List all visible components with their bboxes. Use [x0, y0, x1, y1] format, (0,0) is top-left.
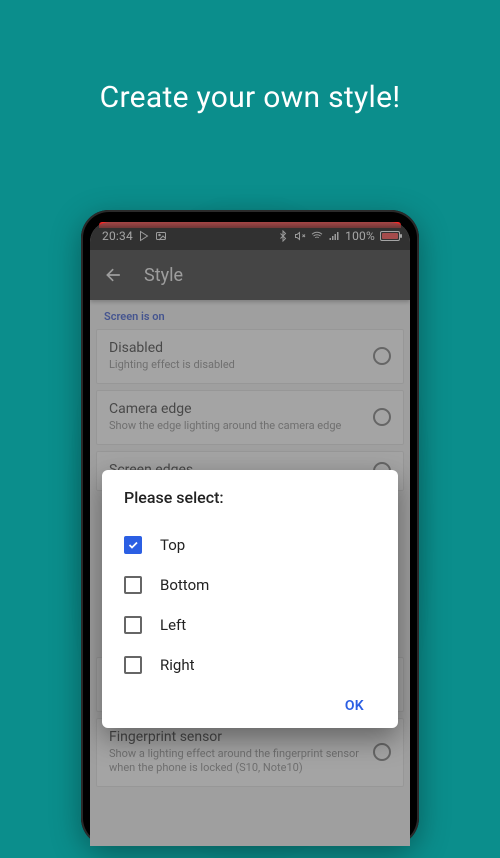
dialog-option-top[interactable]: Top — [124, 525, 380, 565]
dialog-option-label: Bottom — [160, 576, 209, 594]
checkbox-icon[interactable] — [124, 616, 142, 634]
dialog-option-label: Left — [160, 616, 186, 634]
screen: 20:34 100% Style Screen is on Disabled L — [90, 222, 410, 846]
phone-frame: 20:34 100% Style Screen is on Disabled L — [81, 210, 419, 846]
dialog-option-left[interactable]: Left — [124, 605, 380, 645]
dialog-option-bottom[interactable]: Bottom — [124, 565, 380, 605]
hero-title: Create your own style! — [0, 0, 500, 115]
select-dialog: Please select: Top Bottom Left Right OK — [102, 470, 398, 728]
checkbox-icon[interactable] — [124, 576, 142, 594]
checkbox-icon[interactable] — [124, 656, 142, 674]
ok-button[interactable]: OK — [335, 692, 374, 720]
dialog-title: Please select: — [124, 488, 380, 507]
dialog-option-right[interactable]: Right — [124, 645, 380, 685]
dialog-option-label: Right — [160, 656, 194, 674]
checkbox-icon[interactable] — [124, 536, 142, 554]
dialog-option-label: Top — [160, 536, 185, 554]
